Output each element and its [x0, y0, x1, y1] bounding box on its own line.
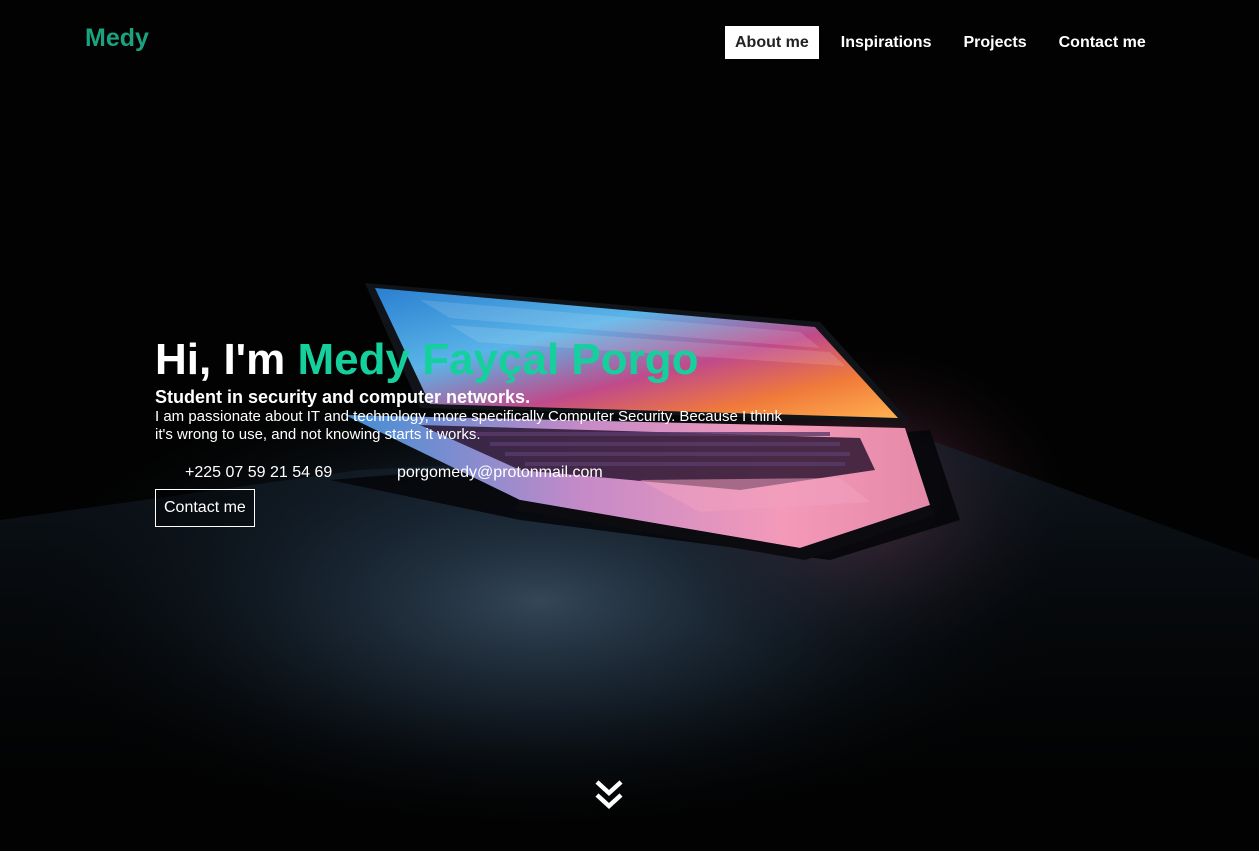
- hero-name: Medy Fayçal Porgo: [297, 335, 699, 384]
- hero-heading: Hi, I'm Medy Fayçal Porgo: [155, 334, 795, 386]
- email-address[interactable]: porgomedy@protonmail.com: [397, 464, 603, 482]
- phone-number[interactable]: +225 07 59 21 54 69: [185, 464, 397, 482]
- hero-greeting: Hi, I'm: [155, 335, 286, 384]
- hero-section: Hi, I'm Medy Fayçal Porgo Student in sec…: [155, 334, 795, 527]
- contact-me-button[interactable]: Contact me: [155, 489, 255, 527]
- page: Medy About me Inspirations Projects Cont…: [0, 0, 1259, 851]
- nav-item-contact-me[interactable]: Contact me: [1049, 26, 1156, 59]
- nav-item-inspirations[interactable]: Inspirations: [831, 26, 942, 59]
- logo[interactable]: Medy: [85, 24, 149, 53]
- contact-info: +225 07 59 21 54 69 porgomedy@protonmail…: [155, 464, 795, 482]
- nav-item-projects[interactable]: Projects: [953, 26, 1036, 59]
- nav-item-about-me[interactable]: About me: [725, 26, 819, 59]
- main-nav: About me Inspirations Projects Contact m…: [725, 26, 1168, 59]
- hero-subtitle: Student in security and computer network…: [155, 387, 531, 407]
- double-chevron-down-icon[interactable]: [593, 778, 625, 812]
- hero-description: I am passionate about IT and technology,…: [155, 408, 782, 443]
